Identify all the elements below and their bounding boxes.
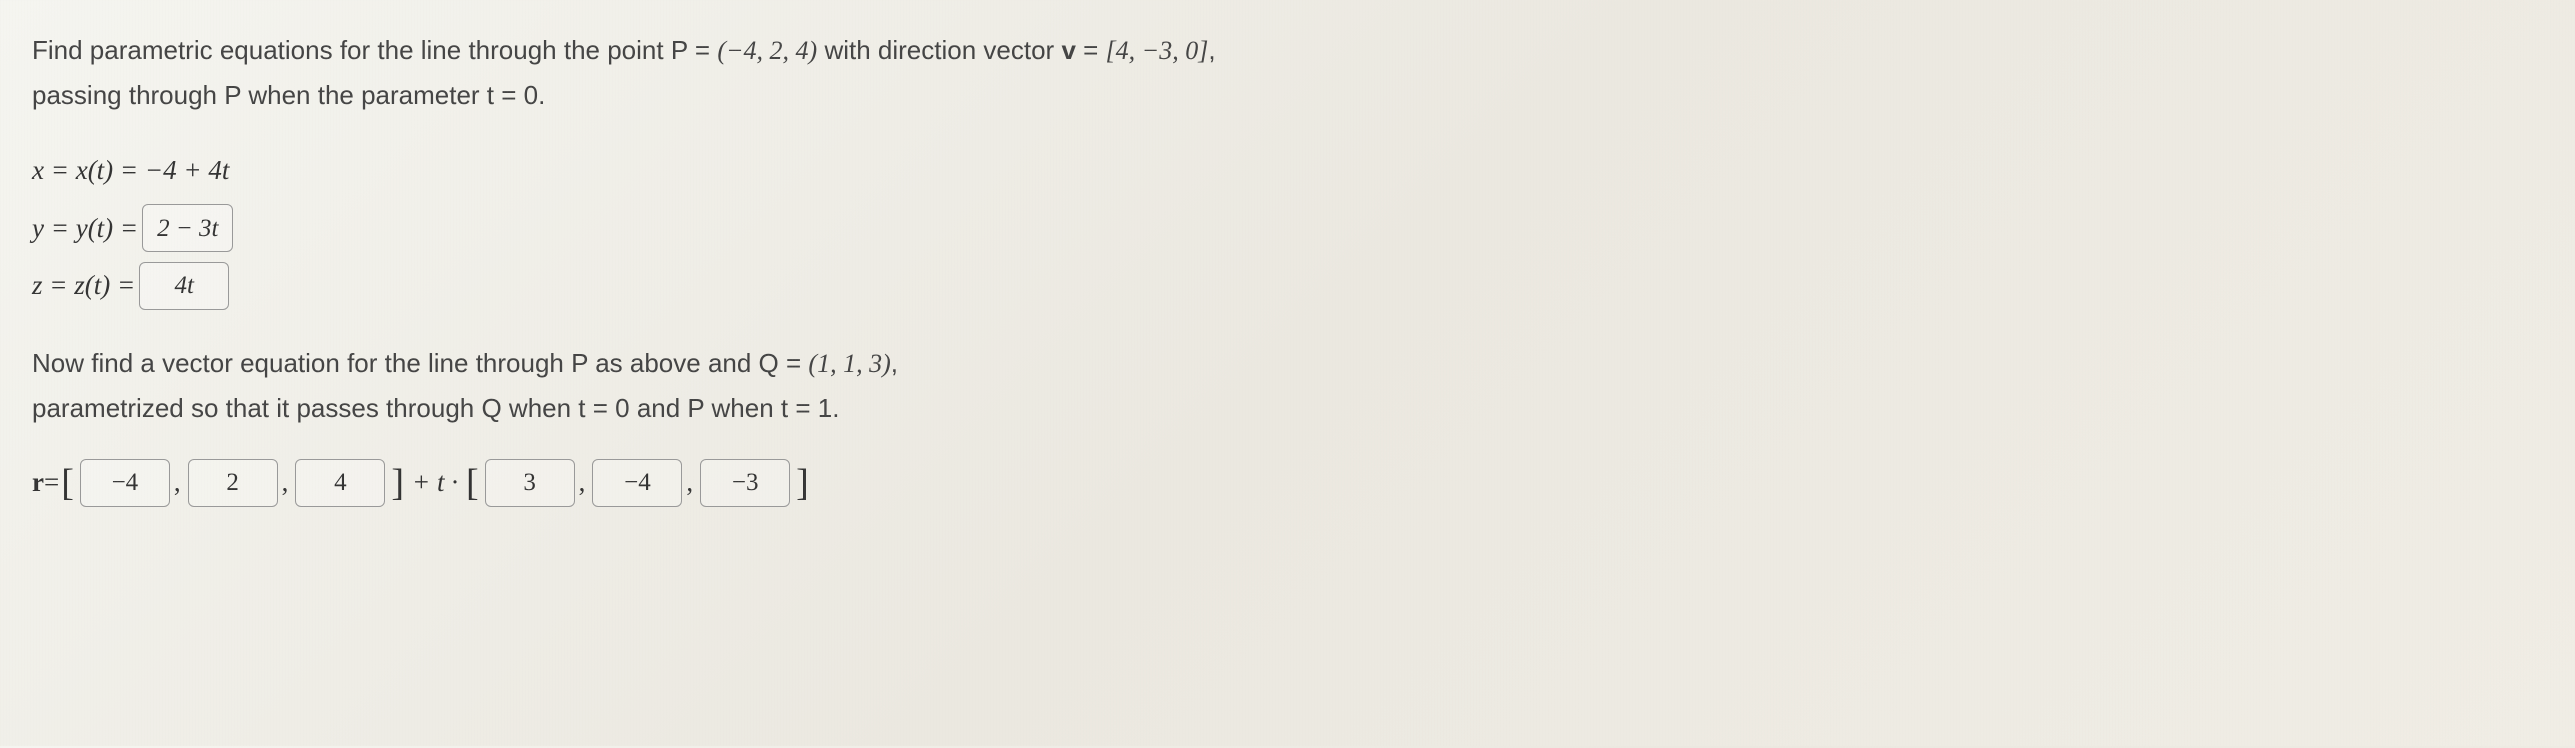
comma-2: , xyxy=(282,467,292,498)
q1-line2: passing through P when the parameter t =… xyxy=(32,80,545,110)
q1-end: , xyxy=(1208,35,1215,65)
lbracket-2: [ xyxy=(464,461,481,505)
y-equation: y = y(t) = 2 − 3t xyxy=(32,203,2543,254)
vector-v-val: [4, −3, 0] xyxy=(1106,36,1209,65)
z-equation: z = z(t) = 4t xyxy=(32,260,2543,311)
vector-equation: r = [ −4 , 2 , 4 ] + t · [ 3 , −4 , −3 ] xyxy=(32,459,2543,507)
q2-line2: parametrized so that it passes through Q… xyxy=(32,393,839,423)
y-prefix: y = y(t) = xyxy=(32,203,138,254)
point-p: (−4, 2, 4) xyxy=(717,36,817,65)
q1-pre: Find parametric equations for the line t… xyxy=(32,35,717,65)
comma-4: , xyxy=(686,467,696,498)
lbracket-1: [ xyxy=(59,461,76,505)
r-input-1[interactable]: −4 xyxy=(80,459,170,507)
rbracket-1: ] xyxy=(389,461,406,505)
z-prefix: z = z(t) = xyxy=(32,260,135,311)
eq-sign: = xyxy=(44,467,59,498)
x-equation: x = x(t) = −4 + 4t xyxy=(32,145,2543,196)
vector-v-eq: = xyxy=(1076,35,1106,65)
r-input-5[interactable]: −4 xyxy=(592,459,682,507)
vector-v-label: v xyxy=(1061,35,1075,65)
rbracket-2: ] xyxy=(794,461,811,505)
r-input-3[interactable]: 4 xyxy=(295,459,385,507)
plus-t: + t · xyxy=(406,467,464,498)
y-input[interactable]: 2 − 3t xyxy=(142,204,233,252)
comma-1: , xyxy=(174,467,184,498)
q2-end: , xyxy=(891,348,898,378)
r-input-6[interactable]: −3 xyxy=(700,459,790,507)
comma-3: , xyxy=(579,467,589,498)
x-prefix: x = x(t) = −4 + 4t xyxy=(32,145,229,196)
q2-pre: Now find a vector equation for the line … xyxy=(32,348,808,378)
q1-mid: with direction vector xyxy=(817,35,1061,65)
point-q: (1, 1, 3) xyxy=(808,349,890,378)
r-input-4[interactable]: 3 xyxy=(485,459,575,507)
z-input[interactable]: 4t xyxy=(139,262,229,310)
question-2-text: Now find a vector equation for the line … xyxy=(32,341,2543,430)
parametric-equations: x = x(t) = −4 + 4t y = y(t) = 2 − 3t z =… xyxy=(32,145,2543,311)
question-1-text: Find parametric equations for the line t… xyxy=(32,28,2543,117)
r-input-2[interactable]: 2 xyxy=(188,459,278,507)
r-label: r xyxy=(32,467,44,498)
